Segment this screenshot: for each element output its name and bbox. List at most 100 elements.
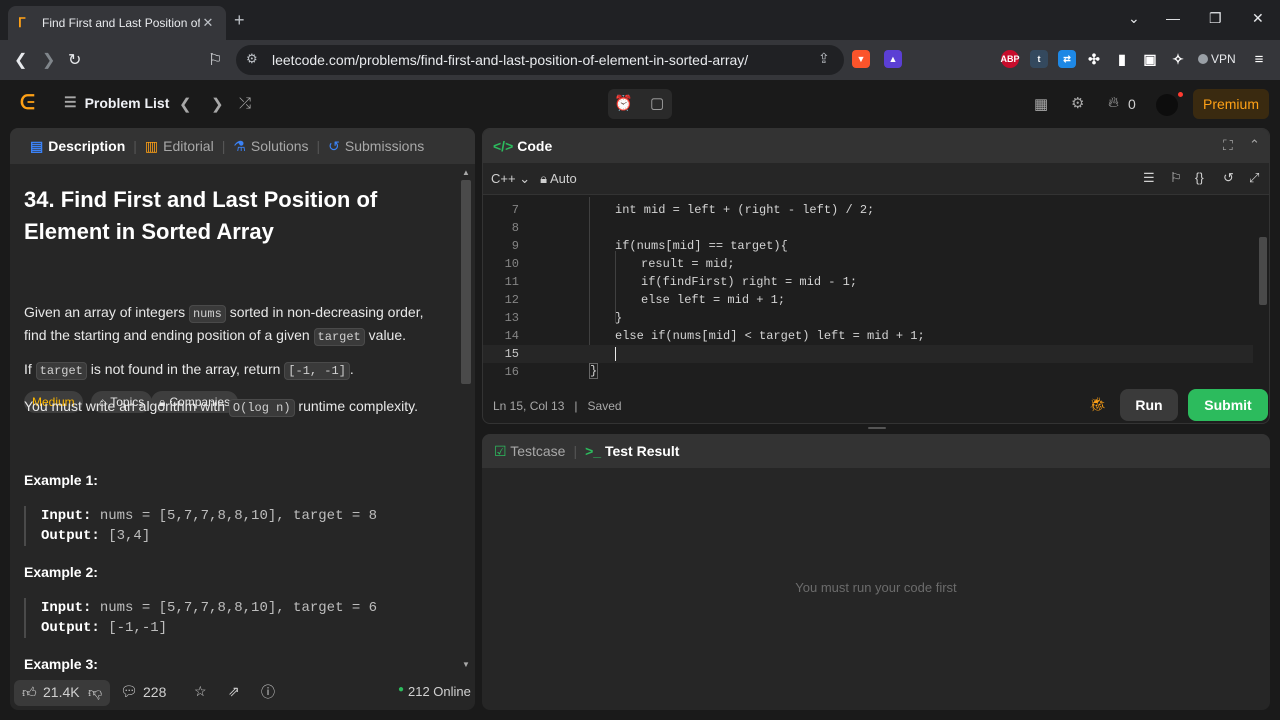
extension-icon[interactable]: ⇄: [1058, 50, 1076, 68]
auto-mode[interactable]: 🔒︎ Auto: [540, 171, 577, 187]
panel-resize-handle[interactable]: [868, 427, 886, 429]
brave-shields-icon[interactable]: ▼: [852, 50, 870, 68]
streak-count: 0: [1128, 96, 1136, 112]
line-number: 10: [504, 257, 519, 271]
leetcode-logo-icon[interactable]: ᕮ: [20, 92, 35, 115]
external-link-icon[interactable]: ⇗: [228, 683, 240, 700]
layout-icon[interactable]: ▦: [1034, 95, 1048, 113]
wallet-icon[interactable]: ▣: [1141, 50, 1159, 68]
tab-editorial[interactable]: ▥ Editorial: [137, 138, 222, 155]
p1-text-a: Given an array of integers: [24, 304, 186, 320]
example-2-heading: Example 2:: [24, 564, 98, 580]
tab-search-icon[interactable]: ⌄: [1128, 10, 1140, 27]
vpn-label: VPN: [1211, 52, 1236, 66]
scrollbar-thumb[interactable]: [461, 180, 471, 384]
thumbs-up-icon[interactable]: 👍︎: [22, 684, 37, 701]
tab-solutions[interactable]: ⚗ Solutions: [225, 138, 316, 155]
bookmark-code-icon[interactable]: ⚐: [1170, 170, 1182, 186]
p3-code-complexity: O(log n): [228, 399, 295, 417]
p3-text-b: runtime complexity.: [298, 398, 418, 414]
tab-description[interactable]: ▤ Description: [22, 138, 133, 155]
line-number: 16: [504, 365, 519, 379]
braces-icon[interactable]: {}: [1195, 170, 1204, 185]
site-info-icon[interactable]: ⚙: [246, 51, 258, 67]
streak-fire-icon[interactable]: 🔥︎: [1108, 94, 1119, 111]
online-dot: ●: [398, 684, 405, 695]
line-text: else if(nums[mid] < target) left = mid +…: [615, 329, 925, 343]
example-1-output: [3,4]: [108, 528, 151, 544]
reload-icon[interactable]: ↻: [68, 50, 81, 70]
new-tab-icon[interactable]: +: [234, 10, 245, 31]
next-problem-icon[interactable]: ❯: [211, 95, 224, 113]
description-paragraph-1: Given an array of integers nums sorted i…: [24, 302, 444, 348]
reset-code-icon[interactable]: ↺: [1223, 170, 1234, 186]
example-2-block: Input: nums = [5,7,7,8,8,10], target = 6…: [24, 598, 377, 638]
tab-title: Find First and Last Position of E: [42, 16, 200, 30]
description-paragraph-3: You must write an algorithm with O(log n…: [24, 396, 444, 419]
favorite-star-icon[interactable]: ☆: [194, 683, 207, 700]
test-result-panel: ☑ Testcase | >_ Test Result You must run…: [482, 434, 1270, 710]
line-text: result = mid;: [641, 257, 735, 271]
restore-icon[interactable]: ❐: [1209, 10, 1222, 27]
submit-button[interactable]: Submit: [1188, 389, 1268, 421]
prev-problem-icon[interactable]: ❮: [179, 95, 192, 113]
avatar[interactable]: [1156, 94, 1178, 116]
shuffle-icon[interactable]: ⤮: [239, 95, 251, 112]
expand-editor-icon[interactable]: ⤢: [1249, 170, 1259, 186]
brave-rewards-icon[interactable]: ▲: [884, 50, 902, 68]
scroll-down-icon[interactable]: ▼: [462, 660, 470, 669]
bookmark-icon[interactable]: ⚐: [208, 50, 222, 70]
menu-icon[interactable]: ≡: [1250, 50, 1268, 68]
minimize-icon[interactable]: —: [1166, 10, 1180, 26]
vpn-button[interactable]: VPN: [1198, 52, 1236, 66]
alarm-icon[interactable]: ⏰: [614, 94, 633, 112]
premium-button[interactable]: Premium: [1193, 89, 1269, 119]
settings-gear-icon[interactable]: ⚙: [1071, 94, 1084, 112]
thumbs-down-icon[interactable]: 👎︎: [88, 684, 102, 701]
language-select[interactable]: C++ ⌄: [491, 171, 530, 187]
format-icon[interactable]: ☰: [1143, 170, 1155, 186]
list-icon: ☰: [64, 94, 77, 110]
run-label: Run: [1135, 397, 1163, 413]
p2-text-b: is not found in the array, return: [90, 361, 281, 377]
problem-list-button[interactable]: ☰ Problem List: [64, 94, 169, 111]
tumblr-icon[interactable]: t: [1030, 50, 1048, 68]
browser-tab[interactable]: ᒥ Find First and Last Position of E ✕: [8, 6, 226, 40]
submit-label: Submit: [1204, 397, 1252, 413]
code-editor[interactable]: 7 int mid = left + (right - left) / 2; 8 …: [483, 197, 1259, 379]
line-number: 15: [504, 347, 519, 361]
tab-testcase[interactable]: ☑ Testcase: [494, 443, 565, 460]
code-icon: </>: [493, 138, 514, 154]
address-bar[interactable]: ⚙ leetcode.com/problems/find-first-and-l…: [236, 45, 844, 75]
editor-scrollbar[interactable]: [1259, 237, 1267, 305]
leo-ai-icon[interactable]: ✧: [1169, 50, 1187, 68]
window-close-icon[interactable]: ✕: [1252, 10, 1264, 27]
code-line: 8: [483, 219, 1253, 237]
run-button[interactable]: Run: [1120, 389, 1178, 421]
tab-test-result[interactable]: >_ Test Result: [585, 443, 679, 459]
scroll-up-icon[interactable]: ▲: [462, 168, 470, 177]
p2-text-c: .: [349, 361, 354, 377]
adblock-icon[interactable]: ABP: [1001, 50, 1020, 68]
p3-text-a: You must write an algorithm with: [24, 398, 226, 414]
language-label: C++: [491, 170, 516, 186]
debug-icon[interactable]: 🐞︎: [1089, 396, 1107, 413]
description-scrollbar[interactable]: ▲ ▼: [461, 168, 471, 669]
tab-submissions[interactable]: ↺ Submissions: [320, 138, 432, 155]
fullscreen-icon[interactable]: ⛶: [1223, 137, 1233, 154]
notes-icon[interactable]: ▢: [650, 94, 664, 112]
puzzle-icon[interactable]: ✣: [1085, 50, 1103, 68]
sidebar-icon[interactable]: ▮: [1113, 50, 1131, 68]
forward-icon[interactable]: ❯: [42, 50, 55, 70]
example-2-input: nums = [5,7,7,8,8,10], target = 6: [99, 600, 378, 616]
collapse-icon[interactable]: ⌃: [1249, 137, 1260, 153]
close-tab-icon[interactable]: ✕: [200, 15, 216, 31]
back-icon[interactable]: ❮: [14, 50, 27, 70]
problem-title[interactable]: 34. Find First and Last Position of Elem…: [24, 184, 444, 248]
help-icon[interactable]: ⓘ: [261, 682, 275, 702]
leetcode-favicon-icon: ᒥ: [18, 15, 26, 30]
tab-divider: |: [573, 443, 578, 459]
line-number: 12: [504, 293, 519, 307]
comment-icon[interactable]: 💬︎: [120, 683, 138, 700]
share-icon[interactable]: ⇪: [818, 50, 830, 67]
